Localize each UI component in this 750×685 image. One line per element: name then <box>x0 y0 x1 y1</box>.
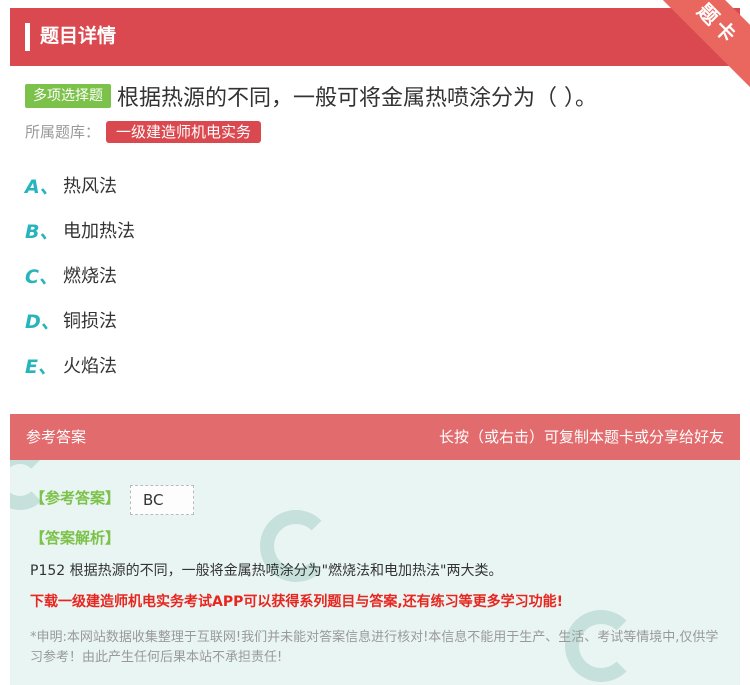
explanation-text: P152 根据热源的不同，一般将金属热喷涂分为"燃烧法和电加热法"两大类。 <box>30 563 503 579</box>
option-text: 热风法 <box>63 176 117 197</box>
option-text: 电加热法 <box>63 221 135 242</box>
page-title: 题目详情 <box>40 25 117 47</box>
share-hint: 长按（或右击）可复制本题卡或分享给好友 <box>438 428 724 446</box>
answer-body: 【参考答案】 BC 【答案解析】 P152 根据热源的不同，一般将金属热喷涂分为… <box>10 460 740 685</box>
bank-tag[interactable]: 一级建造师机电实务 <box>106 121 262 143</box>
option-letter: E、 <box>25 356 57 378</box>
option-c[interactable]: C、 燃烧法 <box>25 262 135 307</box>
bank-label: 所属题库： <box>25 123 101 141</box>
option-letter: B、 <box>25 221 59 243</box>
option-text: 火焰法 <box>63 356 117 377</box>
options-list: A、 热风法 B、 电加热法 C、 燃烧法 D、 铜损法 E、 火焰法 <box>25 172 135 397</box>
question-text: 根据热源的不同，一般可将金属热喷涂分为（ ）。 <box>117 86 597 111</box>
question-type-badge: 多项选择题 <box>25 84 111 108</box>
answer-header-title: 参考答案 <box>26 428 87 446</box>
option-b[interactable]: B、 电加热法 <box>25 217 135 262</box>
option-text: 燃烧法 <box>63 266 117 287</box>
option-letter: A、 <box>25 176 59 198</box>
corner-ribbon-wrap: 题卡 <box>650 0 750 90</box>
answer-value: BC <box>130 485 194 515</box>
header-accent-bar <box>25 23 30 51</box>
corner-ribbon: 题卡 <box>650 0 750 90</box>
option-text: 铜损法 <box>63 311 117 332</box>
page-header: 题目详情 <box>10 8 740 66</box>
answer-label: 【参考答案】 <box>30 489 121 507</box>
explanation-label: 【答案解析】 <box>30 529 121 547</box>
question: 多项选择题 根据热源的不同，一般可将金属热喷涂分为（ ）。 <box>25 80 735 112</box>
option-d[interactable]: D、 铜损法 <box>25 307 135 352</box>
option-letter: D、 <box>25 311 60 333</box>
disclaimer: *申明:本网站数据收集整理于互联网!我们并未能对答案信息进行核对!本信息不能用于… <box>30 630 719 665</box>
option-e[interactable]: E、 火焰法 <box>25 352 135 397</box>
answer-header: 参考答案 长按（或右击）可复制本题卡或分享给好友 <box>10 414 740 460</box>
app-promo-link[interactable]: 下载一级建造师机电实务考试APP可以获得系列题目与答案,还有练习等更多学习功能! <box>30 591 563 613</box>
option-letter: C、 <box>25 266 58 288</box>
question-bank: 所属题库： 一级建造师机电实务 <box>25 121 262 143</box>
option-a[interactable]: A、 热风法 <box>25 172 135 217</box>
